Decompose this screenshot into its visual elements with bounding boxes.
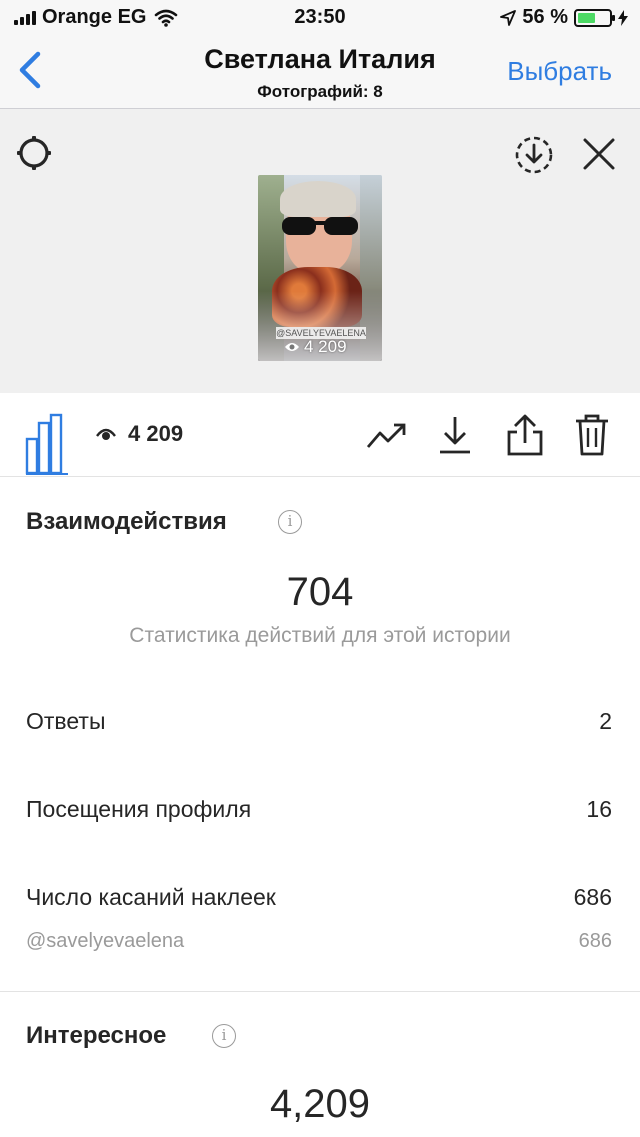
- thumbnail-views-count: 4 209: [304, 337, 347, 356]
- share-icon[interactable]: [506, 413, 544, 457]
- location-arrow-icon: [500, 9, 517, 26]
- section-divider: [0, 991, 640, 992]
- insights-toolbar: 4 209: [0, 393, 640, 477]
- close-icon[interactable]: [582, 137, 616, 171]
- thumbnail-sunglasses: [282, 217, 358, 235]
- info-icon[interactable]: i: [212, 1024, 236, 1048]
- mention-account-label[interactable]: @savelyevaelena: [26, 930, 184, 953]
- story-thumbnail[interactable]: @SAVELYEVAELENA 4 209: [258, 175, 382, 361]
- eye-icon: [285, 343, 299, 351]
- discovery-total: 4,209: [269, 1082, 371, 1126]
- battery-fill: [578, 12, 595, 23]
- views-count: 4 209: [128, 421, 184, 446]
- bar-chart-icon[interactable]: [22, 413, 68, 477]
- story-preview: @SAVELYEVAELENA 4 209: [0, 109, 640, 497]
- active-tab-indicator: [26, 473, 68, 475]
- sticker-taps-label: Число касаний наклеек: [26, 884, 276, 910]
- select-button[interactable]: Выбрать: [507, 56, 612, 87]
- profile-visits-label: Посещения профиля: [26, 796, 252, 822]
- nav-bar: Светлана Италия Фотографий: 8 Выбрать: [0, 36, 640, 109]
- trash-icon[interactable]: [574, 413, 610, 457]
- thumbnail-views: 4 209: [284, 337, 347, 357]
- sticker-taps-value: 686: [573, 884, 612, 910]
- battery-icon: [574, 8, 615, 27]
- profile-visits-value: 16: [586, 796, 612, 822]
- interactions-title: Взаимодействия: [26, 508, 227, 535]
- info-icon[interactable]: i: [278, 510, 302, 534]
- download-circle-icon[interactable]: [514, 135, 554, 175]
- replies-label: Ответы: [26, 708, 106, 734]
- download-icon[interactable]: [438, 415, 472, 455]
- interactions-total: 704: [286, 570, 354, 614]
- eye-icon: [96, 428, 116, 440]
- selection-pointer: [309, 484, 333, 497]
- interactions-caption: Статистика действий для этой истории: [129, 624, 511, 647]
- status-right: 56 %: [500, 6, 628, 29]
- replies-value: 2: [599, 708, 612, 734]
- mention-account-value: 686: [578, 930, 612, 952]
- thumbnail-hair: [280, 181, 356, 217]
- charging-bolt-icon: [618, 9, 628, 26]
- discovery-title: Интересное: [26, 1022, 167, 1049]
- settings-gear-icon[interactable]: [16, 135, 52, 171]
- battery-percent: 56 %: [522, 6, 568, 28]
- status-bar: Orange EG 23:50 56 %: [0, 0, 640, 36]
- trend-icon[interactable]: [366, 421, 410, 451]
